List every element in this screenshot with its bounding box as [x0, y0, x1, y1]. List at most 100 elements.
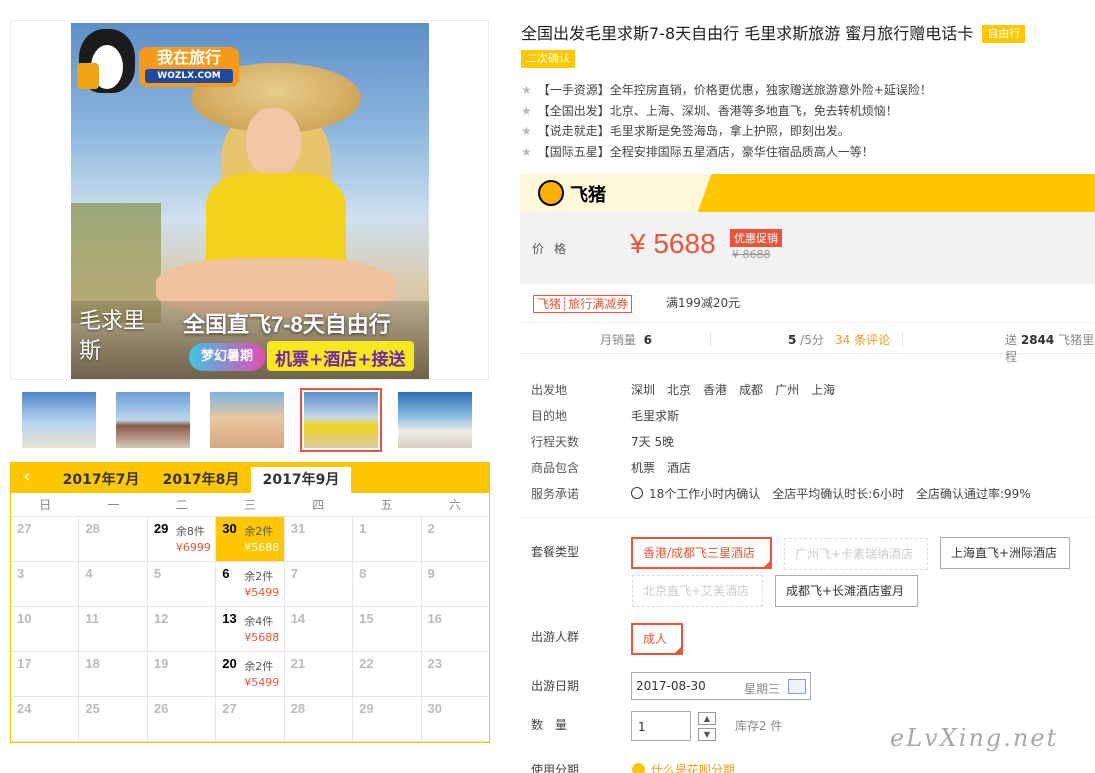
day-number: 11	[85, 611, 100, 626]
info-row: 目的地 毛里求斯	[531, 402, 1043, 428]
calendar-day: 12	[148, 607, 217, 651]
day-number: 30	[222, 521, 237, 536]
star-icon: ★	[521, 83, 532, 97]
calendar-tab-august[interactable]: 2017年8月	[151, 467, 251, 493]
tag-free-travel: 自由行	[982, 25, 1026, 43]
calendar-day: 23	[422, 652, 489, 696]
day-number: 27	[222, 701, 237, 716]
thumbnail-5[interactable]	[394, 388, 476, 452]
calendar-day-available[interactable]: 30 余2件 ¥5688	[216, 517, 285, 561]
calendar-day: 5	[148, 562, 217, 606]
date-weekday: 星期三	[744, 682, 781, 696]
dream-badge: 梦幻暑期	[189, 343, 265, 371]
people-label: 出游人群	[531, 630, 580, 644]
day-stock: 余8件	[175, 525, 205, 538]
package-option-1[interactable]: 香港/成都飞三星酒店	[631, 537, 772, 569]
weekday-label: 一	[107, 498, 120, 512]
calendar-day-available[interactable]: 13 余4件 ¥5688	[216, 607, 285, 651]
thumbnail-1[interactable]	[18, 388, 100, 452]
calendar-day: 21	[285, 652, 354, 696]
thumbnail-4[interactable]	[300, 388, 382, 452]
calendar-day-available[interactable]: 20 余2件 ¥5499	[216, 652, 285, 696]
reviews-link[interactable]: 34 条评论	[835, 331, 890, 348]
calendar-day: 2	[422, 517, 489, 561]
calendar-day: 3	[11, 562, 80, 606]
feature-item: ★ 【一手资源】全年控房直销，价格更优惠，独家赠送旅游意外险+延误险！	[521, 83, 932, 97]
weekday-label: 日	[39, 498, 52, 512]
calendar-day-available[interactable]: 6 余2件 ¥5499	[216, 562, 285, 606]
original-price: ¥ 8688	[732, 248, 771, 261]
calendar-day: 31	[285, 517, 354, 561]
info-value: 7天 5晚	[631, 433, 686, 450]
info-value-item: 全店平均确认时长:6小时	[772, 486, 904, 501]
qty-label: 数量	[531, 718, 580, 732]
product-title-text: 全国出发毛里求斯7-8天自由行 毛里求斯旅游 蜜月旅行赠电话卡	[521, 24, 974, 43]
info-key: 目的地	[531, 408, 568, 423]
model-face	[246, 108, 301, 178]
logo-domain: WOZLX.COM	[145, 69, 233, 83]
qty-increase-button[interactable]: ▲	[698, 712, 716, 725]
day-stock: 余4件	[244, 615, 274, 628]
coupon-tag[interactable]: 飞猪┊旅行满减券	[533, 295, 633, 313]
stock-text: 库存2 件	[735, 719, 783, 733]
calendar-day: 18	[79, 652, 148, 696]
weekday-label: 三	[243, 498, 256, 512]
calendar-tab-september[interactable]: 2017年9月	[251, 467, 351, 493]
day-number: 7	[290, 566, 298, 581]
calendar-day: 17	[11, 652, 80, 696]
calendar-day: 15	[353, 607, 422, 651]
points: 送 2844 飞猪里程	[1005, 333, 1095, 364]
info-value-item: 香港	[703, 382, 728, 397]
feature-item: ★ 【说走就走】毛里求斯是免签海岛，拿上护照，即刻出发。	[521, 124, 850, 138]
info-key: 行程天数	[531, 434, 580, 449]
package-option-5[interactable]: 成都飞+长滩酒店蜜月	[775, 575, 918, 607]
package-label: 套餐类型	[531, 545, 580, 559]
calendar-day: 14	[285, 607, 354, 651]
day-number: 18	[85, 656, 100, 671]
calendar-day-available[interactable]: 29 余8件 ¥6999	[148, 517, 217, 561]
qty-decrease-button[interactable]: ▼	[698, 728, 716, 741]
calendar-icon[interactable]	[788, 679, 806, 694]
day-number: 31	[290, 521, 306, 536]
calendar-day: 19	[148, 652, 217, 696]
calendar-day: 28	[285, 697, 354, 741]
calendar-day: 26	[148, 697, 217, 741]
info-value-item: 广州	[775, 382, 800, 397]
people-option-adult[interactable]: 成人	[631, 623, 683, 655]
package-option-4[interactable]: 北京直飞+艾美酒店	[632, 575, 763, 607]
day-number: 3	[17, 566, 25, 581]
day-number: 17	[17, 656, 32, 671]
tag-confirm: 二次确认	[521, 50, 575, 68]
info-value-item: 酒店	[667, 460, 692, 475]
info-value-item: 7天 5晚	[631, 434, 675, 449]
quantity-input[interactable]: 1	[631, 711, 691, 741]
day-number: 28	[85, 521, 100, 536]
installment-link[interactable]: 什么是花呗分期	[632, 761, 735, 773]
calendar-week-row: 27 28 29 余8件 ¥6999 30 余2件 ¥5688 31 1 2	[11, 517, 489, 562]
day-number: 12	[153, 611, 169, 626]
watermark: eLvXing.net	[890, 724, 1059, 752]
day-number: 13	[222, 611, 237, 626]
day-number: 9	[427, 566, 435, 581]
info-value-item: 机票	[631, 460, 656, 475]
banner-title: 全国直飞7-8天自由行	[183, 312, 391, 337]
day-stock: 余2件	[244, 570, 274, 583]
calendar-tab-july[interactable]: 2017年7月	[51, 467, 151, 493]
day-number: 14	[290, 611, 306, 626]
thumbnail-3[interactable]	[206, 388, 288, 452]
calendar-prev-button[interactable]: ‹	[11, 463, 43, 493]
calendar-day: 27	[11, 517, 80, 561]
info-value: 18个工作小时内确认 全店平均确认时长:6小时 全店确认通过率:99%	[631, 485, 1043, 502]
suitcase-icon	[77, 63, 99, 89]
main-product-image[interactable]: 我在旅行 WOZLX.COM 毛求里斯 全国直飞7-8天自由行 梦幻暑期 机票+…	[10, 20, 489, 380]
thumbnail-2[interactable]	[112, 388, 194, 452]
calendar-day: 25	[79, 697, 148, 741]
info-value-item: 18个工作小时内确认	[649, 486, 761, 501]
package-option-2[interactable]: 广州飞+卡素瑞纳酒店	[784, 538, 928, 570]
package-option-3[interactable]: 上海直飞+洲际酒店	[940, 537, 1070, 569]
date-field[interactable]: 2017-08-30 星期三	[631, 672, 811, 700]
info-value: 机票 酒店	[631, 459, 703, 476]
calendar-day: 11	[79, 607, 148, 651]
calendar-day: 10	[11, 607, 80, 651]
info-key: 服务承诺	[531, 486, 580, 501]
